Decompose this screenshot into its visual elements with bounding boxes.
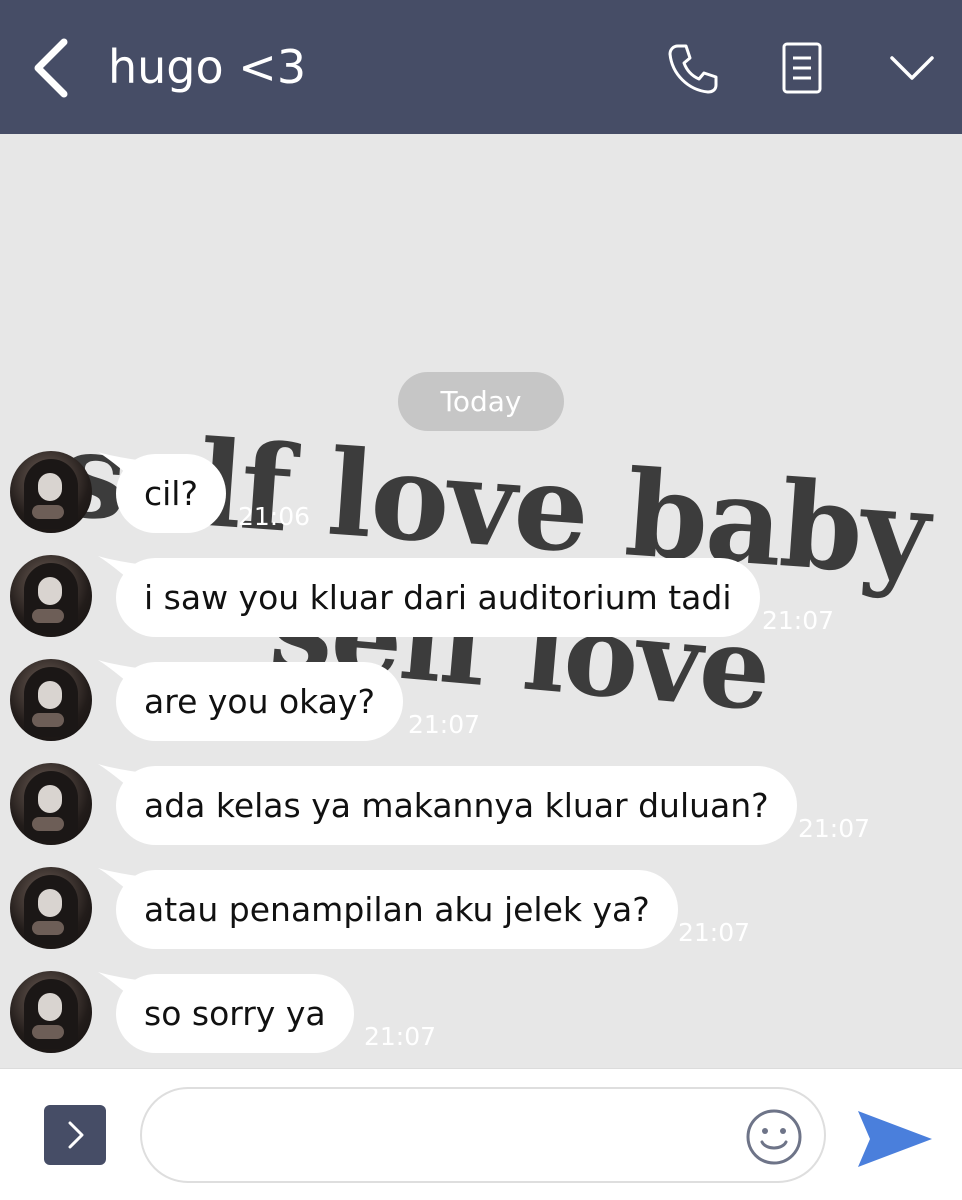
message-bubble[interactable]: cil? — [116, 454, 226, 533]
message-time: 21:07 — [762, 606, 835, 635]
avatar[interactable] — [10, 867, 92, 949]
send-icon[interactable] — [856, 1107, 934, 1171]
date-separator: Today — [398, 372, 564, 431]
message-bubble[interactable]: are you okay? — [116, 662, 403, 741]
back-icon[interactable] — [30, 36, 74, 100]
message-bubble[interactable]: atau penampilan aku jelek ya? — [116, 870, 678, 949]
message-time: 21:07 — [678, 918, 751, 947]
message-input[interactable] — [140, 1087, 826, 1183]
chat-area[interactable]: self love baby self love Today cil? 21:0… — [0, 134, 962, 1068]
expand-icon — [68, 1121, 84, 1149]
avatar[interactable] — [10, 659, 92, 741]
message-time: 21:07 — [408, 710, 481, 739]
avatar[interactable] — [10, 555, 92, 637]
avatar[interactable] — [10, 763, 92, 845]
chevron-down-icon[interactable] — [884, 40, 940, 96]
message-time: 21:07 — [798, 814, 871, 843]
input-bar — [0, 1068, 962, 1200]
message-bubble[interactable]: so sorry ya — [116, 974, 354, 1053]
message-bubble[interactable]: ada kelas ya makannya kluar duluan? — [116, 766, 797, 845]
message-time: 21:06 — [238, 502, 311, 531]
message-row: are you okay? 21:07 — [0, 659, 962, 746]
avatar[interactable] — [10, 451, 92, 533]
message-row: cil? 21:06 — [0, 451, 962, 538]
message-bubble[interactable]: i saw you kluar dari auditorium tadi — [116, 558, 760, 637]
message-row: ada kelas ya makannya kluar duluan? 21:0… — [0, 763, 962, 850]
phone-icon[interactable] — [664, 40, 720, 96]
chat-title: hugo <3 — [108, 40, 307, 94]
message-row: so sorry ya 21:07 — [0, 971, 962, 1058]
emoji-icon[interactable] — [744, 1107, 804, 1167]
notes-icon[interactable] — [774, 40, 830, 96]
expand-button[interactable] — [44, 1105, 106, 1165]
message-row: atau penampilan aku jelek ya? 21:07 — [0, 867, 962, 954]
message-row: i saw you kluar dari auditorium tadi 21:… — [0, 555, 962, 642]
avatar[interactable] — [10, 971, 92, 1053]
chat-header: hugo <3 — [0, 0, 962, 134]
message-time: 21:07 — [364, 1022, 437, 1051]
